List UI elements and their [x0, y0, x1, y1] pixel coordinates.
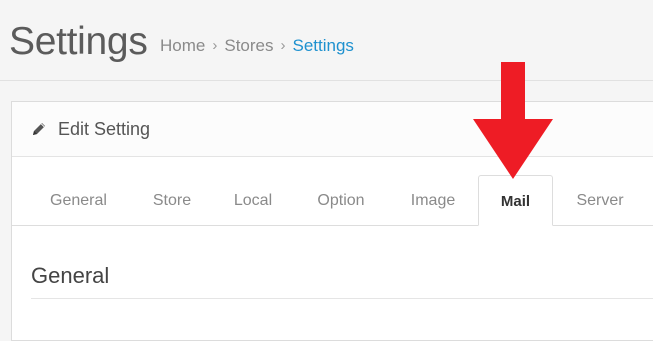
- tab-store[interactable]: Store: [136, 175, 208, 226]
- panel-heading: Edit Setting: [12, 102, 653, 157]
- down-arrow-icon: [473, 62, 553, 179]
- tab-server[interactable]: Server: [560, 175, 640, 226]
- tab-option[interactable]: Option: [300, 175, 382, 226]
- breadcrumb-stores[interactable]: Stores: [224, 35, 273, 57]
- page-title: Settings: [9, 20, 148, 63]
- breadcrumb-separator: ›: [212, 37, 218, 54]
- edit-setting-panel: Edit Setting General Store Local Option …: [11, 101, 653, 341]
- breadcrumb-separator: ›: [280, 37, 286, 54]
- pencil-icon: [31, 121, 47, 137]
- tab-local[interactable]: Local: [218, 175, 288, 226]
- panel-title: Edit Setting: [58, 119, 151, 139]
- section-divider: [31, 298, 653, 299]
- tab-general[interactable]: General: [31, 175, 126, 226]
- breadcrumb-home[interactable]: Home: [160, 35, 205, 57]
- section-title: General: [31, 263, 110, 288]
- settings-tabs: General Store Local Option Image Mail Se…: [12, 175, 653, 226]
- page-header: Settings Home › Stores › Settings: [0, 0, 653, 81]
- breadcrumb-settings[interactable]: Settings: [293, 35, 354, 57]
- tab-mail[interactable]: Mail: [478, 175, 553, 226]
- tab-image[interactable]: Image: [394, 175, 472, 226]
- breadcrumb: Home › Stores › Settings: [160, 35, 354, 57]
